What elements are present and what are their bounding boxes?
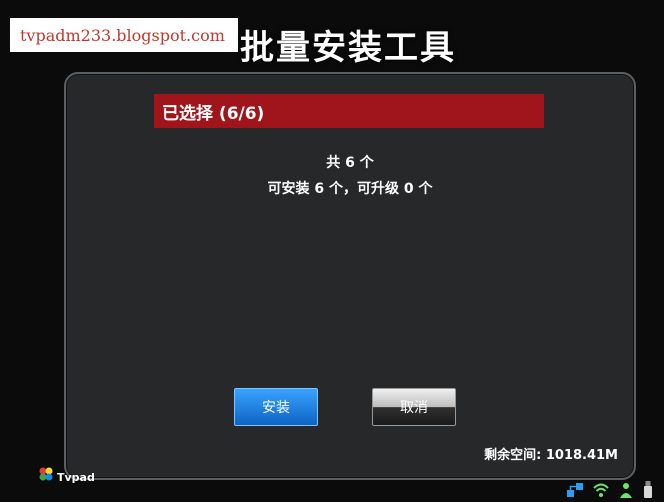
summary-detail: 可安装 6 个，可升级 0 个: [267, 181, 433, 197]
usb-icon: [642, 480, 654, 502]
tvpad-logo: Tvpad: [38, 466, 95, 484]
selection-count: 已选择 (6/6): [162, 103, 265, 124]
free-space-label: 剩余空间: 1018.41M: [484, 448, 618, 463]
app-title: 批量安装工具: [240, 28, 456, 68]
install-button[interactable]: 安装: [234, 388, 318, 426]
watermark-text: tvpadm233.blogspot.com: [20, 25, 225, 45]
summary-total: 共 6 个: [326, 155, 374, 171]
wifi-icon: [592, 482, 610, 502]
install-summary: 共 6 个 可安装 6 个，可升级 0 个: [66, 150, 634, 202]
batch-install-dialog: 已选择 (6/6) 共 6 个 可安装 6 个，可升级 0 个 安装 取消 剩余…: [64, 72, 636, 480]
watermark: tvpadm233.blogspot.com: [10, 18, 238, 52]
status-bar: [566, 480, 654, 502]
selection-header: 已选择 (6/6): [154, 94, 544, 128]
user-icon: [618, 482, 634, 502]
network-icon: [566, 482, 584, 502]
logo-text: Tvpad: [57, 471, 95, 484]
logo-icon: [38, 466, 54, 482]
cancel-button[interactable]: 取消: [372, 388, 456, 426]
